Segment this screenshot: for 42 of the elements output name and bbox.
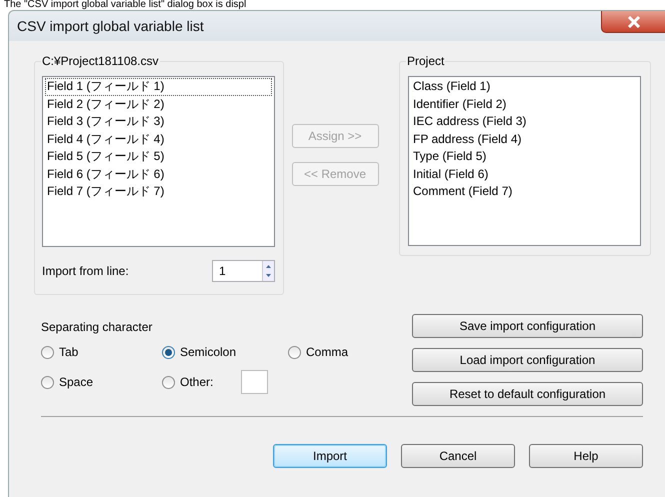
list-item[interactable]: Class (Field 1) <box>411 78 638 96</box>
caption-text: The "CSV import global variable list" dialog box is displ <box>3 0 248 10</box>
list-item[interactable]: IEC address (Field 3) <box>411 113 638 130</box>
dialog-button[interactable]: Help <box>529 444 643 468</box>
list-item[interactable]: Field 5 (フィールド 5) <box>45 148 272 166</box>
project-list[interactable]: Class (Field 1) Identifier (Field 2) IEC address (Field 3) FP address (Field 4) Type (Field 5) Initial (Field 6) Comment (Field 7) <box>408 76 641 246</box>
list-item[interactable]: FP address (Field 4) <box>411 130 638 148</box>
line-number-spinbox[interactable]: 1 <box>212 260 275 282</box>
radio-button[interactable] <box>162 346 175 358</box>
list-item[interactable]: Field 6 (フィールド 6) <box>45 166 272 183</box>
close-icon <box>626 16 640 28</box>
group-label: C:¥Project181108.csv <box>41 54 160 68</box>
radio-label: Tab <box>59 345 78 359</box>
list-item[interactable]: Field 3 (フィールド 3) <box>45 113 272 130</box>
radio-label: Comma <box>306 345 348 359</box>
dialog-button[interactable]: Cancel <box>401 444 515 468</box>
other-character-field[interactable] <box>241 370 268 394</box>
field-list[interactable]: Field 1 (フィールド 1) Field 2 (フィールド 2) Field 3 (フィールド 3) Field 4 (フィールド 4) Field 5 (フィールド 5) Field 6 (フィールド 6) Field 7 (フィールド 7) <box>42 76 275 247</box>
radio-label: Semicolon <box>180 345 236 359</box>
dialog-button[interactable]: Import <box>273 444 387 468</box>
import-from-line-label: Import from line: <box>42 264 129 278</box>
list-item[interactable]: Field 2 (フィールド 2) <box>45 96 272 113</box>
radio-label: Other: <box>180 375 214 389</box>
list-item[interactable]: Type (Field 5) <box>411 148 638 166</box>
separating-character-label: Separating character <box>41 320 154 334</box>
list-item[interactable]: Field 7 (フィールド 7) <box>45 183 272 200</box>
list-item[interactable]: Field 4 (フィールド 4) <box>45 130 272 148</box>
configuration-button[interactable]: Load import configuration <box>412 348 643 372</box>
radio-button[interactable] <box>41 376 54 388</box>
list-item[interactable]: Identifier (Field 2) <box>411 96 638 113</box>
configuration-button[interactable]: Save import configuration <box>412 314 643 338</box>
radio-button[interactable] <box>41 346 54 358</box>
radio-label: Space <box>59 375 94 389</box>
list-item[interactable]: Field 1 (フィールド 1) <box>45 78 272 96</box>
list-item[interactable]: Initial (Field 6) <box>411 166 638 183</box>
group-label: Project <box>406 54 446 68</box>
close-button[interactable] <box>601 11 665 33</box>
radio-button[interactable] <box>288 346 301 358</box>
window-title: CSV import global variable list <box>16 18 204 34</box>
radio-button[interactable] <box>162 376 175 388</box>
list-item[interactable]: Comment (Field 7) <box>411 183 638 200</box>
configuration-button[interactable]: Reset to default configuration <box>412 382 643 406</box>
